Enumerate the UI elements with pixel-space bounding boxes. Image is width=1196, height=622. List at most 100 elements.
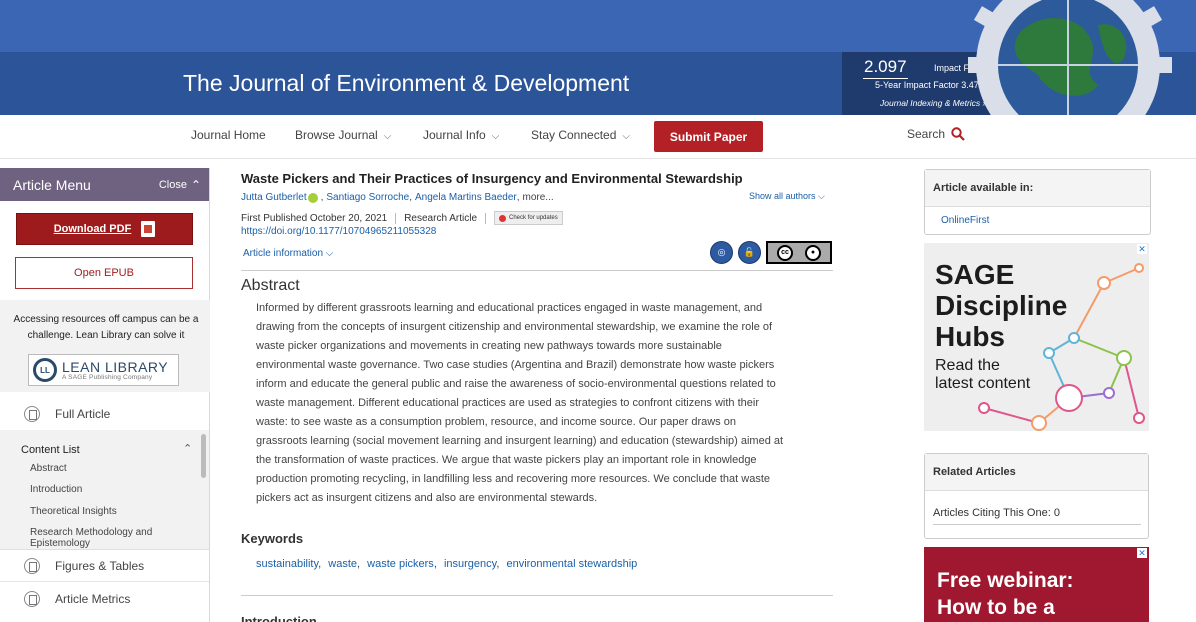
keyword-separator: , [318,558,322,570]
ad-hubs-title-line: Discipline [935,290,1068,321]
open-epub-button[interactable]: Open EPUB [15,257,193,289]
chevron-up-icon[interactable]: ⌃ [183,442,192,455]
toc-scrollbar[interactable] [201,434,206,478]
journal-title[interactable]: The Journal of Environment & Development [183,70,629,97]
cc-icon: cc [777,244,793,261]
articles-citing-link[interactable]: Articles Citing This One: 0 [933,507,1060,519]
chevron-up-icon: ⌃ [190,177,201,192]
nav-stay-connected[interactable]: Stay Connected ⌵ [531,128,630,142]
toc-item-research-methodology[interactable]: Research Methodology and Epistemology [30,527,180,549]
download-pdf-button[interactable]: Download PDF [16,213,193,245]
download-pdf-label: Download PDF [53,223,132,235]
separator [395,212,397,224]
keyword-link[interactable]: insurgency [444,558,496,570]
full-article-label: Full Article [55,407,111,421]
abstract-body: Informed by different grassroots learnin… [256,299,833,508]
keyword-separator: , [433,558,437,570]
keyword-list: sustainability, waste, waste pickers, in… [256,558,637,570]
nav-journal-info[interactable]: Journal Info ⌵ [423,128,499,142]
nav-browse-journal-label: Browse Journal [295,128,378,142]
content-list-title[interactable]: Content List [21,444,80,456]
abstract-line: waste management. Different educational … [256,397,760,409]
close-menu-button[interactable]: Close ⌃ [159,178,201,192]
abstract-line: the transformation of waste practices. W… [256,454,757,466]
document-icon [24,406,40,422]
abstract-line: environmental waste governance. Two case… [256,359,775,371]
full-article-link[interactable]: Full Article [0,398,209,431]
chevron-down-icon: ⌵ [491,131,500,142]
article-available-title: Article available in: [925,170,1150,207]
abstract-heading: Abstract [241,277,300,294]
webinar-ad[interactable]: Free webinar: How to be a ✕ [924,547,1149,622]
access-badges: ◎ 🔓 cc ● [710,241,832,264]
ad-hubs-title-line: Hubs [935,321,1005,352]
keyword-link[interactable]: waste [328,558,357,570]
article-metrics-label: Article Metrics [55,591,131,606]
nav-journal-home[interactable]: Journal Home [191,128,266,142]
check-for-updates-button[interactable]: Check for updates [494,211,563,225]
ad-close-icon[interactable]: ✕ [1137,244,1147,254]
main-nav: Journal Home Browse Journal ⌵ Journal Inf… [0,115,1196,159]
divider [933,524,1141,525]
more-authors-link[interactable]: more... [523,192,554,203]
abstract-line: Informed by different grassroots learnin… [256,302,763,314]
abstract-line: production promoting recycling, in landf… [256,473,771,485]
webinar-ad-line: Free webinar: [937,569,1074,592]
separator [485,212,487,224]
doi-link[interactable]: https://doi.org/10.1177/1070496521105532… [241,226,436,237]
lean-library-subtitle: A SAGE Publishing Company [62,373,153,381]
submit-paper-button[interactable]: Submit Paper [654,121,763,152]
ad-hubs-title: SAGE Discipline Hubs [935,259,1067,352]
onlinefirst-link[interactable]: OnlineFirst [941,215,989,226]
figures-tables-link[interactable]: Figures & Tables [0,549,209,582]
abstract-line: drawing from the concepts of insurgent c… [256,321,773,333]
author-link[interactable]: Jutta Gutberlet [241,192,307,203]
webinar-ad-text: Free webinar: How to be a [937,567,1074,621]
open-access-lock-icon[interactable]: 🔓 [738,241,761,264]
lean-library-mark-icon: LL [33,358,57,382]
webinar-ad-line: How to be a [937,596,1055,619]
author-link[interactable]: Angela Martins Baeder [415,192,517,203]
orcid-icon[interactable] [307,192,318,203]
permissions-icon[interactable]: ◎ [710,241,733,264]
nav-journal-info-label: Journal Info [423,128,486,142]
introduction-heading: Introduction [241,614,317,622]
ad-close-icon[interactable]: ✕ [1137,548,1147,558]
keyword-link[interactable]: waste pickers [367,558,434,570]
ad-hubs-sub-line: Read the [935,357,1000,374]
show-all-authors-link[interactable]: Show all authors ⌵ [749,191,825,202]
bar-chart-icon [24,590,40,607]
chevron-down-icon: ⌵ [815,191,825,201]
nav-stay-connected-label: Stay Connected [531,128,617,142]
search-link[interactable]: Search [907,127,965,141]
article-information-toggle[interactable]: Article information ⌵ [243,248,333,259]
by-person-icon: ● [805,244,821,261]
author-list: Jutta Gutberlet, Santiago Sorroche, Ange… [241,192,554,203]
keyword-link[interactable]: sustainability [256,558,318,570]
nav-browse-journal[interactable]: Browse Journal ⌵ [295,128,391,142]
abstract-line: pickers act as insurgent citizens and al… [256,492,598,504]
keyword-link[interactable]: environmental stewardship [506,558,637,570]
content-list-panel: Content List ⌃ Abstract Introduction The… [0,430,209,549]
publication-info: First Published October 20, 2021 Researc… [241,211,563,225]
lean-library-promo: Accessing resources off campus can be a … [0,300,210,392]
chevron-down-icon: ⌵ [383,131,392,142]
toc-item-introduction[interactable]: Introduction [30,484,180,495]
article-metrics-link[interactable]: Article Metrics [0,582,209,615]
close-menu-label: Close [158,178,187,191]
abstract-line: inform and educate the general public an… [256,378,776,390]
toc-item-theoretical-insights[interactable]: Theoretical Insights [30,506,180,517]
lean-library-logo[interactable]: LL LEAN LIBRARY A SAGE Publishing Compan… [28,354,179,386]
chevron-down-icon: ⌵ [622,131,630,142]
article-type: Research Article [404,212,478,224]
author-link[interactable]: Santiago Sorroche [326,192,409,203]
sage-discipline-hubs-ad[interactable]: SAGE Discipline Hubs Read the latest con… [924,243,1149,431]
ad-hubs-title-line: SAGE [935,259,1015,290]
ad-hubs-subtitle: Read the latest content [935,357,1030,393]
crossmark-icon [499,214,507,222]
creative-commons-by-icon[interactable]: cc ● [766,241,832,264]
abstract-line: waste picker organizations and movements… [256,340,722,352]
keyword-separator: , [357,558,361,570]
lean-library-name: LEAN LIBRARY [62,358,169,375]
toc-item-abstract[interactable]: Abstract [30,463,180,474]
